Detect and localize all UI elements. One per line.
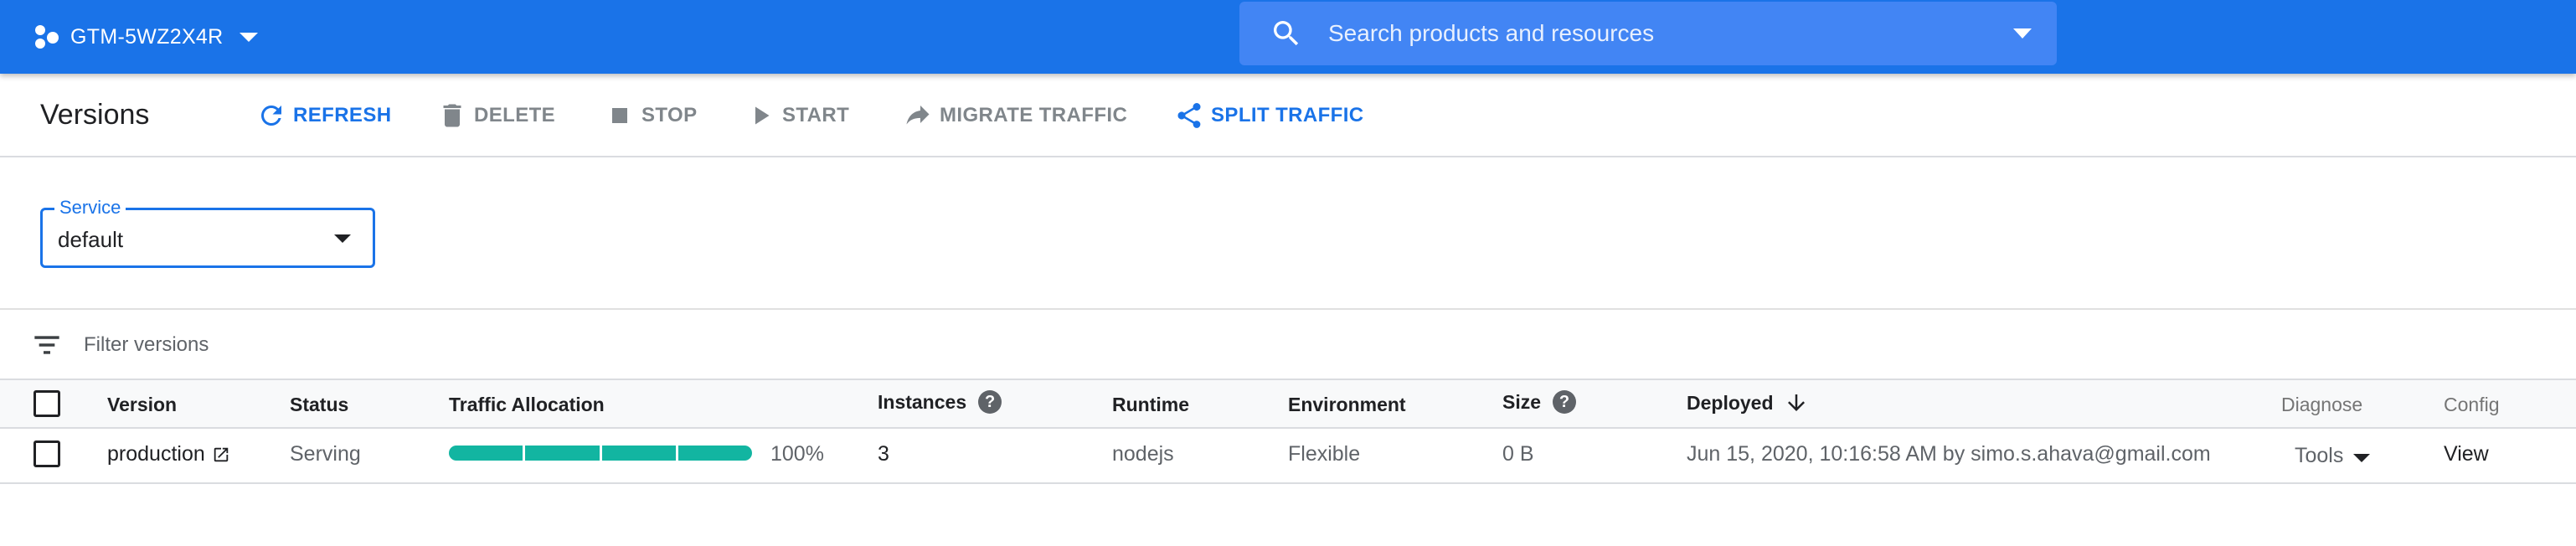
arrow-down-icon[interactable] xyxy=(1784,390,1809,415)
refresh-label: REFRESH xyxy=(293,104,392,126)
start-label: START xyxy=(782,104,850,126)
chevron-down-icon xyxy=(240,32,259,42)
help-icon[interactable]: ? xyxy=(978,390,1002,414)
migrate-traffic-button[interactable]: MIGRATE TRAFFIC xyxy=(903,95,1127,136)
traffic-bar-segment xyxy=(677,446,752,461)
column-header-config: Config xyxy=(2444,394,2500,415)
table-row: production Serving 100% 3 nodejs Flexibl… xyxy=(0,429,2576,484)
column-header-status[interactable]: Status xyxy=(290,394,348,416)
delete-label: DELETE xyxy=(474,104,556,126)
stop-label: STOP xyxy=(641,104,698,126)
start-button[interactable]: START xyxy=(745,95,849,136)
split-traffic-label: SPLIT TRAFFIC xyxy=(1211,104,1364,126)
split-traffic-button[interactable]: SPLIT TRAFFIC xyxy=(1174,95,1364,136)
runtime-value: nodejs xyxy=(1112,442,1174,466)
migrate-traffic-label: MIGRATE TRAFFIC xyxy=(940,104,1128,126)
trash-icon xyxy=(443,104,461,127)
search-bar[interactable] xyxy=(1239,2,2057,65)
share-icon xyxy=(1177,103,1201,128)
environment-value: Flexible xyxy=(1288,442,1361,466)
project-nodes-icon xyxy=(33,23,60,50)
top-bar: GTM-5WZ2X4R xyxy=(0,0,2576,74)
tools-dropdown[interactable]: Tools xyxy=(2295,444,2371,468)
column-header-size[interactable]: Size ? xyxy=(1502,390,1577,414)
filter-icon[interactable] xyxy=(33,333,60,357)
service-select-label: Service xyxy=(54,197,126,219)
chevron-down-icon xyxy=(2353,453,2371,462)
column-header-deployed[interactable]: Deployed xyxy=(1687,390,1809,415)
play-icon xyxy=(755,106,770,125)
deployed-value: Jun 15, 2020, 10:16:58 AM by simo.s.ahav… xyxy=(1687,442,2211,466)
search-dropdown-icon[interactable] xyxy=(2013,28,2032,39)
traffic-bar-segment xyxy=(601,446,676,461)
row-checkbox[interactable] xyxy=(33,440,60,467)
filter-versions-input[interactable] xyxy=(84,328,754,362)
stop-icon xyxy=(612,108,627,123)
instances-value: 3 xyxy=(878,442,889,466)
search-input[interactable] xyxy=(1328,20,2013,47)
size-value: 0 B xyxy=(1502,442,1534,466)
traffic-percent: 100% xyxy=(770,442,824,466)
traffic-bar-segment xyxy=(525,446,600,461)
project-selector[interactable]: GTM-5WZ2X4R xyxy=(33,0,259,74)
status-value: Serving xyxy=(290,442,361,466)
project-name: GTM-5WZ2X4R xyxy=(70,24,224,49)
forward-arrow-icon xyxy=(906,106,930,125)
version-link[interactable]: production xyxy=(107,442,230,466)
open-in-new-icon xyxy=(214,447,228,461)
refresh-button[interactable]: REFRESH xyxy=(256,95,391,136)
service-select[interactable]: Service default xyxy=(40,197,375,268)
column-header-instances[interactable]: Instances ? xyxy=(878,390,1002,414)
column-header-diagnose: Diagnose xyxy=(2281,394,2363,415)
column-header-version[interactable]: Version xyxy=(107,394,177,416)
page-title: Versions xyxy=(40,99,150,131)
select-all-checkbox[interactable] xyxy=(33,390,60,417)
column-header-environment[interactable]: Environment xyxy=(1288,394,1406,416)
delete-button[interactable]: DELETE xyxy=(437,95,555,136)
view-config-link[interactable]: View xyxy=(2444,442,2489,466)
column-header-runtime[interactable]: Runtime xyxy=(1112,394,1189,416)
action-bar: Versions REFRESH DELETE STOP START MIGRA… xyxy=(0,74,2576,157)
column-header-traffic-allocation[interactable]: Traffic Allocation xyxy=(449,394,605,416)
search-icon xyxy=(1274,21,1299,46)
stop-button[interactable]: STOP xyxy=(605,95,698,136)
chevron-down-icon xyxy=(334,234,351,243)
table-header: Version Status Traffic Allocation Instan… xyxy=(0,379,2576,429)
traffic-allocation-bar xyxy=(449,446,752,461)
help-icon[interactable]: ? xyxy=(1553,390,1577,414)
service-select-value: default xyxy=(58,227,124,252)
filter-bar xyxy=(0,310,2576,379)
refresh-icon xyxy=(261,106,281,126)
traffic-bar-segment xyxy=(449,446,523,461)
